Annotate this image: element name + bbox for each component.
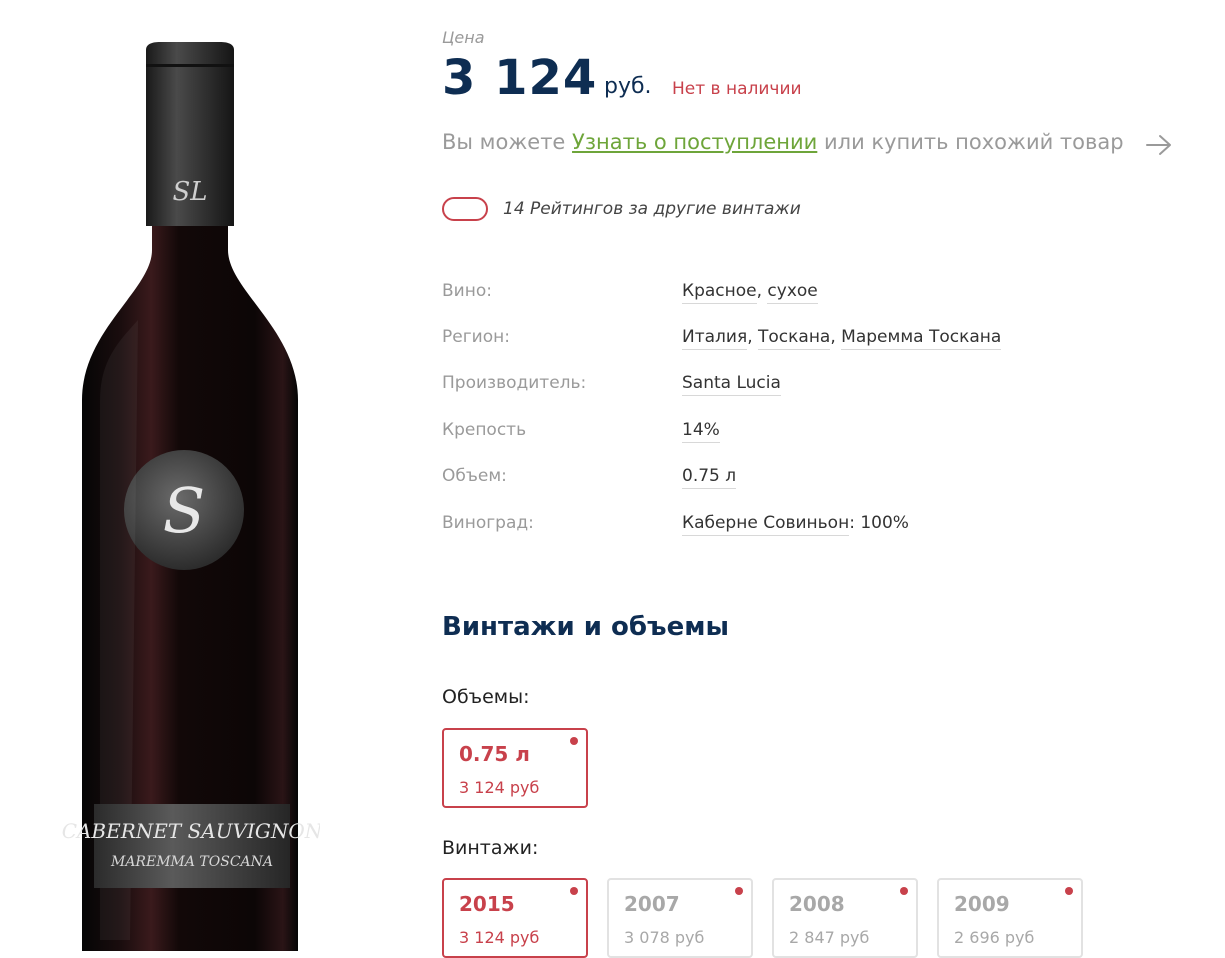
- price-currency: руб.: [604, 74, 652, 99]
- notify-line: Вы можете Узнать о поступлении или купит…: [442, 130, 1124, 154]
- stock-status: Нет в наличии: [672, 79, 802, 99]
- notify-arrival-link[interactable]: Узнать о поступлении: [572, 130, 817, 154]
- attr-link-red[interactable]: Красное: [682, 281, 757, 304]
- availability-dot-icon: [570, 887, 578, 895]
- attr-row-volume: Объем: 0.75 л: [442, 466, 1142, 496]
- wine-bottle-image: SL S CABERNET SAUVIGNON MAREMMA TOSCANA: [62, 42, 320, 951]
- attr-values: Santa Lucia: [682, 373, 781, 396]
- attr-label: Виноград:: [442, 513, 534, 533]
- availability-dot-icon: [900, 887, 908, 895]
- product-image: SL S CABERNET SAUVIGNON MAREMMA TOSCANA: [60, 40, 320, 951]
- option-year: 2008: [789, 892, 845, 916]
- arrow-right-icon[interactable]: [1145, 133, 1173, 157]
- option-year: 2007: [624, 892, 680, 916]
- attr-label: Производитель:: [442, 373, 587, 393]
- attr-values: 14%: [682, 420, 720, 443]
- volume-option[interactable]: 0.75 л 3 124 руб: [442, 728, 588, 808]
- attr-values: Италия, Тоскана, Маремма Тоскана: [682, 327, 1002, 350]
- bottle-label-line2: MAREMMA TOSCANA: [110, 854, 273, 870]
- attr-link-maremma[interactable]: Маремма Тоскана: [841, 327, 1002, 350]
- attr-link-tuscany[interactable]: Тоскана: [758, 327, 831, 350]
- notify-prefix: Вы можете: [442, 130, 566, 154]
- notify-suffix: или купить похожий товар: [824, 130, 1124, 154]
- attr-link-producer[interactable]: Santa Lucia: [682, 373, 781, 396]
- svg-text:S: S: [163, 474, 205, 547]
- attr-values: Красное, сухое: [682, 281, 818, 304]
- rating-badge[interactable]: [442, 197, 488, 221]
- option-price: 3 124 руб: [459, 928, 540, 947]
- volumes-label: Объемы:: [442, 686, 530, 708]
- option-year: 2015: [459, 892, 515, 916]
- attr-link-grape[interactable]: Каберне Совиньон: [682, 513, 850, 536]
- attr-label: Объем:: [442, 466, 507, 486]
- option-price: 2 847 руб: [789, 928, 870, 947]
- attr-row-producer: Производитель: Santa Lucia: [442, 373, 1142, 403]
- vintage-option-2008[interactable]: 2008 2 847 руб: [772, 878, 918, 958]
- availability-dot-icon: [1065, 887, 1073, 895]
- section-title-vintages: Винтажи и объемы: [442, 612, 729, 642]
- attr-row-region: Регион: Италия, Тоскана, Маремма Тоскана: [442, 327, 1142, 357]
- attr-row-wine: Вино: Красное, сухое: [442, 281, 1142, 311]
- vintages-label: Винтажи:: [442, 837, 539, 859]
- option-price: 3 078 руб: [624, 928, 705, 947]
- attr-label: Крепость: [442, 420, 527, 440]
- option-price: 3 124 руб: [459, 778, 540, 797]
- svg-text:SL: SL: [172, 177, 207, 207]
- attr-label: Регион:: [442, 327, 510, 347]
- vintage-option-2015[interactable]: 2015 3 124 руб: [442, 878, 588, 958]
- rating-text[interactable]: 14 Рейтингов за другие винтажи: [503, 199, 801, 219]
- price-caption: Цена: [442, 28, 485, 47]
- vintage-option-2007[interactable]: 2007 3 078 руб: [607, 878, 753, 958]
- attr-label: Вино:: [442, 281, 492, 301]
- bottle-label-line1: CABERNET SAUVIGNON: [62, 819, 320, 843]
- vintage-option-2009[interactable]: 2009 2 696 руб: [937, 878, 1083, 958]
- attr-row-strength: Крепость 14%: [442, 420, 1142, 450]
- attr-link-volume[interactable]: 0.75 л: [682, 466, 737, 489]
- attr-row-grape: Виноград: Каберне Совиньон: 100%: [442, 513, 1142, 543]
- attr-link-strength[interactable]: 14%: [682, 420, 720, 443]
- price-value: 3 124: [442, 50, 598, 106]
- availability-dot-icon: [570, 737, 578, 745]
- attr-values: Каберне Совиньон: 100%: [682, 513, 909, 536]
- availability-dot-icon: [735, 887, 743, 895]
- attr-values: 0.75 л: [682, 466, 737, 489]
- option-price: 2 696 руб: [954, 928, 1035, 947]
- attr-link-italy[interactable]: Италия: [682, 327, 748, 350]
- option-year: 2009: [954, 892, 1010, 916]
- attr-link-dry[interactable]: сухое: [767, 281, 818, 304]
- grape-share: : 100%: [849, 513, 909, 533]
- option-volume: 0.75 л: [459, 742, 530, 766]
